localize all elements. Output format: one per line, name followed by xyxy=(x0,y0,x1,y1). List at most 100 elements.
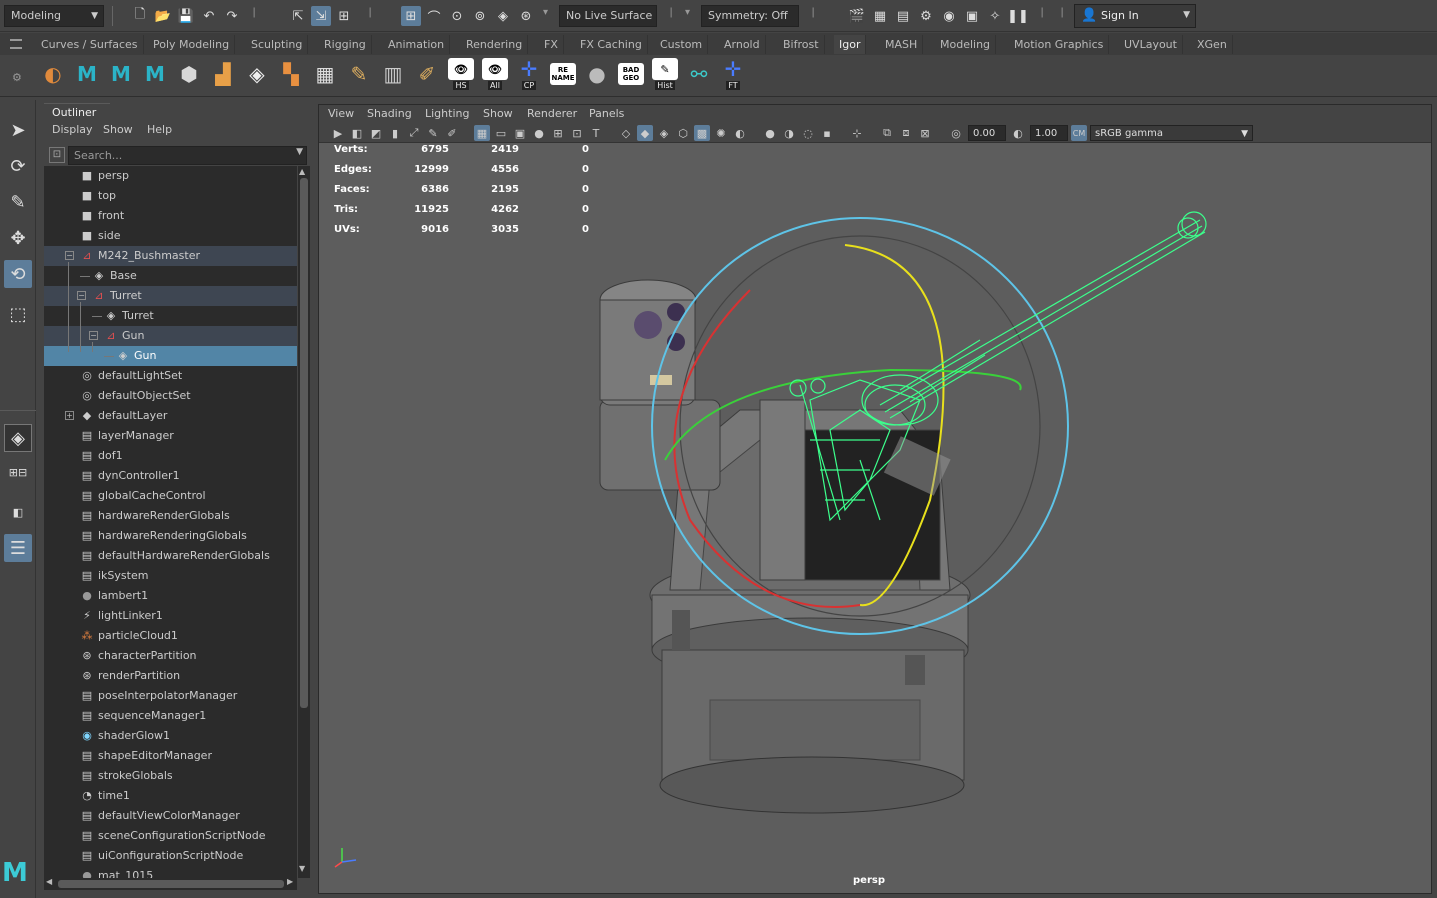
viewport-menu-panels[interactable]: Panels xyxy=(589,107,624,120)
make-live-icon[interactable]: ⊛ xyxy=(516,6,536,26)
shelf-tab-poly-modeling[interactable]: Poly Modeling xyxy=(148,35,236,54)
new-scene-icon[interactable]: 🗋 xyxy=(130,6,150,26)
color-management-icon[interactable]: CM xyxy=(1071,125,1087,141)
anti-aliasing-icon[interactable]: ◌ xyxy=(800,125,816,141)
depth-of-field-icon[interactable]: ▪ xyxy=(819,125,835,141)
image-plane-icon[interactable]: ▮ xyxy=(387,125,403,141)
gamma-icon[interactable]: ◐ xyxy=(1010,125,1026,141)
isolate-select-icon[interactable]: ⊹ xyxy=(849,125,865,141)
motion-blur-icon[interactable]: ◑ xyxy=(781,125,797,141)
film-gate-icon[interactable]: ▭ xyxy=(493,125,509,141)
collapse-icon[interactable]: ❘ xyxy=(366,7,374,18)
outliner-item-time1[interactable]: ◔ time1 xyxy=(44,786,297,806)
expand-icon[interactable]: + xyxy=(65,411,74,420)
symmetry-dropdown[interactable]: Symmetry: Off xyxy=(701,5,799,27)
outliner-item-iksystem[interactable]: ▤ ikSystem xyxy=(44,566,297,586)
collapse-icon[interactable]: − xyxy=(65,251,74,260)
shelf-tab-uvlayout[interactable]: UVLayout xyxy=(1119,35,1183,54)
scroll-left-icon[interactable]: ◀ xyxy=(46,877,52,886)
shelf-bars-button[interactable]: ▥ xyxy=(378,58,408,90)
shelf-tab-mash[interactable]: MASH xyxy=(880,35,924,54)
shelf-settings-icon[interactable]: ⚙ xyxy=(12,71,22,84)
default-material-icon[interactable]: ◈ xyxy=(656,125,672,141)
shelf-pencil-button[interactable]: ✎ xyxy=(344,58,374,90)
scrollbar-thumb[interactable] xyxy=(58,880,284,888)
collapse-icon[interactable]: − xyxy=(77,291,86,300)
collapse-icon[interactable]: ❘ xyxy=(667,7,675,18)
camera-attributes-icon[interactable]: ◧ xyxy=(349,125,365,141)
scroll-up-icon[interactable]: ▲ xyxy=(299,167,305,176)
outliner-item-characterpartition[interactable]: ⊛ characterPartition xyxy=(44,646,297,666)
save-scene-icon[interactable]: 💾 xyxy=(176,6,196,26)
shelf-tab-curves-surfaces[interactable]: Curves / Surfaces xyxy=(36,35,144,54)
textured-icon[interactable]: ▩ xyxy=(694,125,710,141)
turret-base-mesh[interactable] xyxy=(649,556,971,814)
hypershade-icon[interactable]: ◉ xyxy=(939,6,959,26)
scroll-down-icon[interactable]: ▼ xyxy=(299,864,305,873)
search-input[interactable]: Search... xyxy=(68,146,307,165)
outliner-item-m242-bushmaster[interactable]: − ⊿ M242_Bushmaster xyxy=(44,246,297,266)
paint-select-tool-icon[interactable]: ✎ xyxy=(4,188,32,216)
outliner-item-side[interactable]: ■ side xyxy=(44,226,297,246)
color-space-dropdown[interactable]: sRGB gamma ▼ xyxy=(1090,125,1253,141)
select-tool-icon[interactable]: ➤ xyxy=(4,116,32,144)
shelf-ft-button[interactable]: ✛ FT xyxy=(718,57,748,90)
select-hierarchy-icon[interactable]: ⇱ xyxy=(288,6,308,26)
chevron-down-icon[interactable]: ▾ xyxy=(543,7,548,18)
outliner-menu-help[interactable]: Help xyxy=(147,123,172,136)
shelf-badgeo-button[interactable]: BAD GEO xyxy=(616,58,646,90)
outliner-item-shapeeditormanager[interactable]: ▤ shapeEditorManager xyxy=(44,746,297,766)
viewport-scene[interactable] xyxy=(560,200,1240,820)
shelf-paint-button[interactable]: ✐ xyxy=(412,58,442,90)
outliner-item-defaultviewcolormanager[interactable]: ▤ defaultViewColorManager xyxy=(44,806,297,826)
viewport-menu-show[interactable]: Show xyxy=(483,107,513,120)
field-chart-icon[interactable]: ⊞ xyxy=(550,125,566,141)
mode-dropdown[interactable]: Modeling ▼ xyxy=(4,5,104,27)
wireframe-icon[interactable]: ◇ xyxy=(618,125,634,141)
outliner-item-defaultlayer[interactable]: + ◆ defaultLayer xyxy=(44,406,297,426)
safe-action-icon[interactable]: ⊡ xyxy=(569,125,585,141)
shelf-tab-bifrost[interactable]: Bifrost xyxy=(778,35,825,54)
render-settings-icon[interactable]: ⚙ xyxy=(916,6,936,26)
collapse-icon[interactable]: ❘ xyxy=(250,7,258,18)
pause-icon[interactable]: ❚❚ xyxy=(1007,6,1029,26)
shadows-icon[interactable]: ◐ xyxy=(732,125,748,141)
sight-pod-mesh[interactable] xyxy=(599,279,721,491)
two-view-layout-icon[interactable]: ◧ xyxy=(4,498,32,526)
smooth-shade-icon[interactable]: ◆ xyxy=(637,125,653,141)
viewport-menu-shading[interactable]: Shading xyxy=(367,107,412,120)
shelf-sphere-button[interactable]: ● xyxy=(582,58,612,90)
outliner-item-sequencemanager1[interactable]: ▤ sequenceManager1 xyxy=(44,706,297,726)
viewport-menu-renderer[interactable]: Renderer xyxy=(527,107,577,120)
shelf-tab-animation[interactable]: Animation xyxy=(383,35,451,54)
outliner-item-turret[interactable]: ◈ Turret xyxy=(44,306,297,326)
outliner-menu-display[interactable]: Display xyxy=(52,123,93,136)
shelf-m-1-button[interactable]: M xyxy=(72,58,102,90)
grid-icon[interactable]: ▦ xyxy=(474,125,490,141)
outliner-item-hardwarerenderingglobals[interactable]: ▤ hardwareRenderingGlobals xyxy=(44,526,297,546)
shelf-squares-button[interactable]: ▚ xyxy=(276,58,306,90)
shelf-attach-button[interactable]: ⚯ xyxy=(684,58,714,90)
single-perspective-layout-icon[interactable]: ◈ xyxy=(4,424,32,452)
select-component-icon[interactable]: ⊞ xyxy=(334,6,354,26)
outliner-item-globalcachecontrol[interactable]: ▤ globalCacheControl xyxy=(44,486,297,506)
scroll-right-icon[interactable]: ▶ xyxy=(287,877,293,886)
shelf-grid-button[interactable]: ▦ xyxy=(310,58,340,90)
outliner-item-turret[interactable]: − ⊿ Turret xyxy=(44,286,297,306)
shelf-tab-xgen[interactable]: XGen xyxy=(1192,35,1233,54)
xray-joints-icon[interactable]: ⧈ xyxy=(898,125,914,141)
scrollbar-thumb[interactable] xyxy=(300,178,308,708)
lasso-tool-icon[interactable]: ⟳ xyxy=(4,152,32,180)
shelf-eye-button[interactable]: 👁 HS xyxy=(446,58,476,90)
snap-view-icon[interactable]: ⊚ xyxy=(470,6,490,26)
outliner-item-lambert1[interactable]: ● lambert1 xyxy=(44,586,297,606)
exposure-field[interactable]: 0.00 xyxy=(968,125,1006,141)
filter-icon[interactable]: ⊡ xyxy=(49,147,65,163)
outliner-menu-show[interactable]: Show xyxy=(103,123,133,136)
scale-tool-icon[interactable]: ⬚ xyxy=(4,300,32,328)
collapse-icon[interactable]: ❘ xyxy=(1038,7,1046,18)
viewport-menu-view[interactable]: View xyxy=(328,107,354,120)
snap-grid-icon[interactable]: ⊞ xyxy=(401,6,421,26)
outliner-item-particlecloud1[interactable]: ⁂ particleCloud1 xyxy=(44,626,297,646)
outliner-item-mat-1015[interactable]: ● mat_1015 xyxy=(44,866,297,878)
